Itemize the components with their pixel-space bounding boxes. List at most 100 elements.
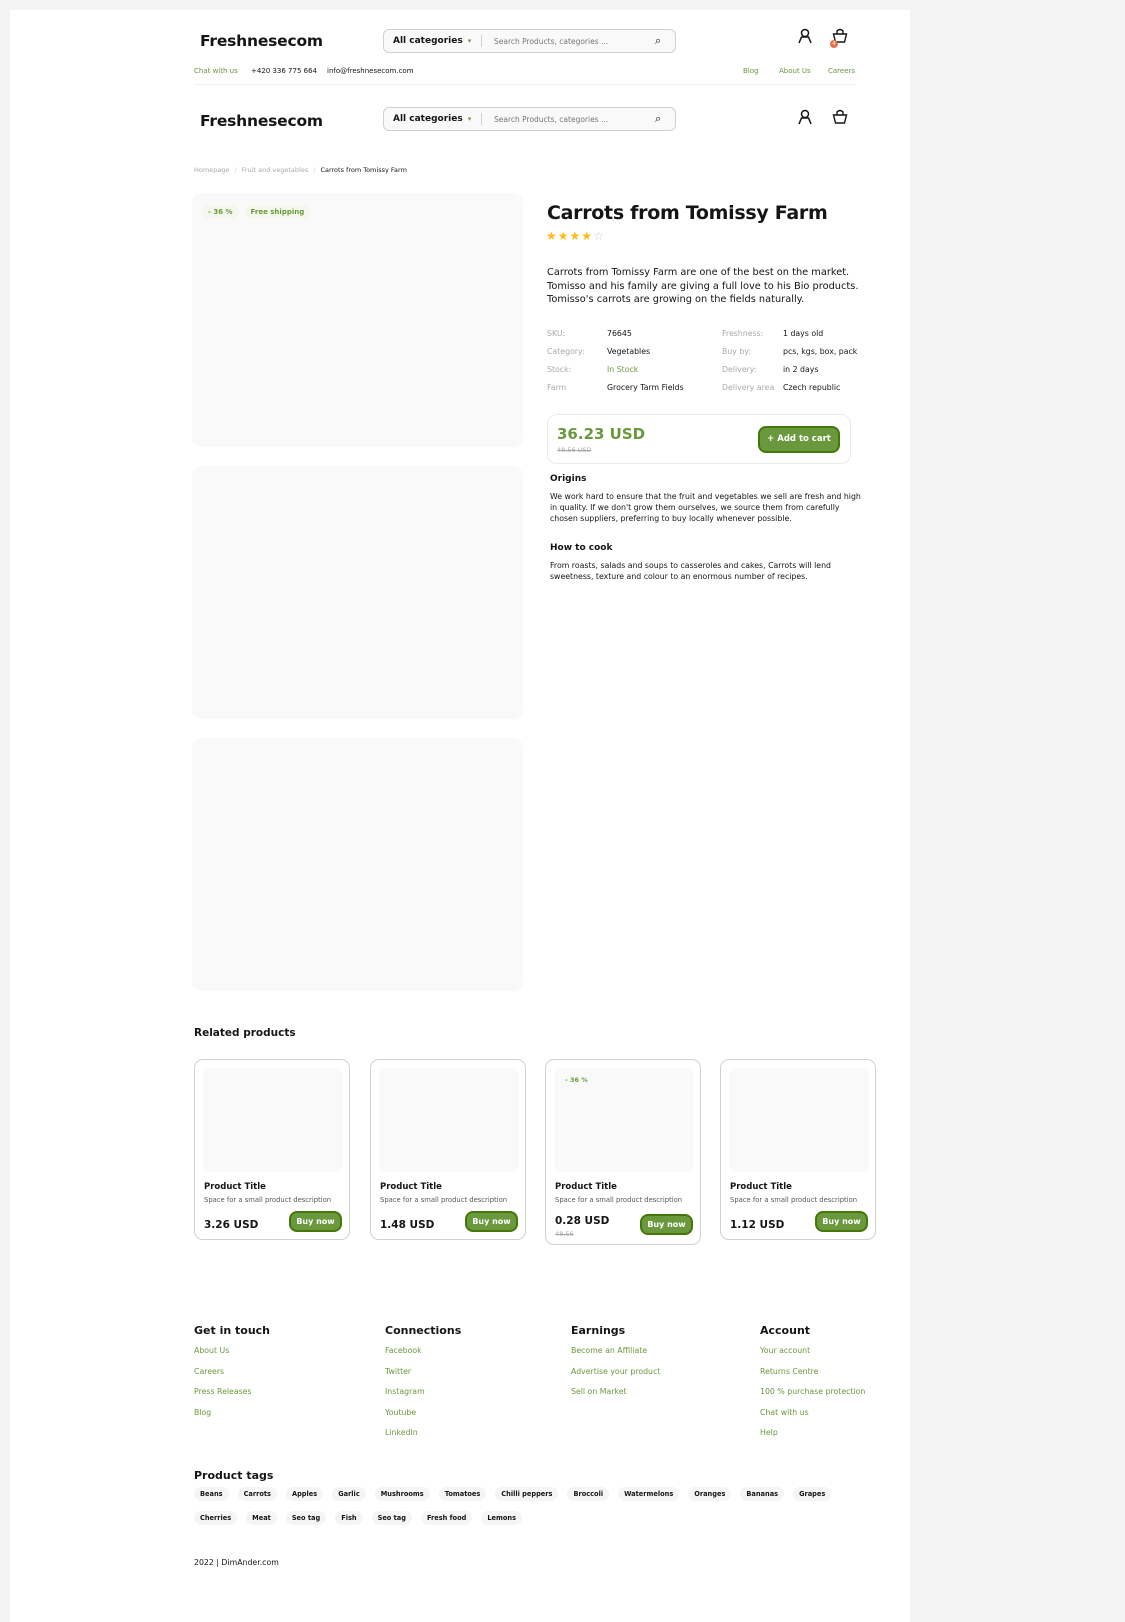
product-card-old-price: 48.56 [555,1230,574,1238]
product-image-3[interactable] [192,738,523,991]
phone-number[interactable]: +420 336 775 664 [251,67,317,75]
search-icon[interactable]: ⌕ [655,112,675,126]
product-card[interactable]: Product Title Space for a small product … [720,1059,876,1240]
chat-link[interactable]: Chat with us [194,67,238,75]
search-icon[interactable]: ⌕ [655,34,675,48]
origins-title: Origins [550,474,587,484]
product-tag[interactable]: Grapes [793,1487,832,1501]
star-icon: ★ [546,229,558,243]
product-tag[interactable]: Chilli peppers [495,1487,559,1501]
spec-label: Category: [547,347,585,356]
product-tag[interactable]: Watermelons [618,1487,680,1501]
product-tag[interactable]: Oranges [688,1487,732,1501]
buy-now-button[interactable]: Buy now [815,1211,868,1232]
breadcrumb-separator: / [234,166,237,174]
product-tag[interactable]: Broccoli [567,1487,610,1501]
product-card-image[interactable] [729,1068,869,1172]
nav-blog[interactable]: Blog [743,67,758,75]
product-card[interactable]: - 36 % Product Title Space for a small p… [545,1059,701,1245]
footer-link[interactable]: Sell on Market [571,1387,660,1408]
product-tag[interactable]: Fresh food [420,1511,473,1525]
product-card-image[interactable] [379,1068,519,1172]
buy-now-button[interactable]: Buy now [465,1211,518,1232]
footer-link[interactable]: Returns Centre [760,1367,865,1388]
star-icon: ★ [557,229,570,243]
category-dropdown[interactable]: All categories ▾ [384,114,481,124]
footer-link[interactable]: Twitter [385,1367,461,1388]
search-bar: All categories ▾ ⌕ [383,107,676,131]
footer-link[interactable]: Youtube [385,1408,461,1429]
footer-link[interactable]: Chat with us [760,1408,865,1429]
product-card-title[interactable]: Product Title [555,1182,617,1192]
product-tag[interactable]: Meat [246,1511,277,1525]
product-tag[interactable]: Fish [335,1511,363,1525]
product-card-title[interactable]: Product Title [380,1182,442,1192]
breadcrumb-home[interactable]: Homepage [194,166,229,174]
logo[interactable]: Freshnesecom [200,112,323,130]
footer-link[interactable]: LinkedIn [385,1428,461,1449]
user-icon[interactable] [798,28,812,48]
product-tag[interactable]: Tomatoes [438,1487,487,1501]
footer-link[interactable]: Instagram [385,1387,461,1408]
footer-link[interactable]: Help [760,1428,865,1449]
breadcrumb-separator: / [313,166,316,174]
category-dropdown[interactable]: All categories ▾ [384,36,481,46]
footer-link[interactable]: Become an Affiliate [571,1346,660,1367]
footer-column-title: Earnings [571,1324,626,1337]
product-tag[interactable]: Seo tag [285,1511,327,1525]
page: Freshnesecom All categories ▾ ⌕ 4 Chat w… [10,10,910,1622]
footer-link[interactable]: Careers [194,1367,270,1388]
product-tag[interactable]: Bananas [740,1487,785,1501]
breadcrumb-category[interactable]: Fruit and vegetables [242,166,309,174]
product-tag[interactable]: Seo tag [371,1511,412,1525]
footer-link[interactable]: About Us [194,1346,270,1367]
product-image-2[interactable] [192,466,523,719]
product-title: Carrots from Tomissy Farm [547,202,828,224]
footer-link[interactable]: 100 % purchase protection [760,1387,865,1408]
cart-icon[interactable] [832,109,848,129]
breadcrumb: Homepage / Fruit and vegetables / Carrot… [194,166,407,174]
footer-column-earnings: Earnings Become an Affiliate Advertise y… [571,1324,660,1408]
buy-now-button[interactable]: Buy now [289,1211,342,1232]
copyright: 2022 | DimAnder.com [194,1558,279,1567]
chevron-down-icon: ▾ [467,37,472,45]
product-tag[interactable]: Mushrooms [374,1487,430,1501]
footer-link[interactable]: Blog [194,1408,270,1429]
email-address[interactable]: info@freshnesecom.com [327,67,414,75]
product-tag[interactable]: Carrots [237,1487,277,1501]
product-card-price: 0.28 USD [555,1215,610,1227]
product-image-1[interactable] [192,193,523,447]
nav-about-us[interactable]: About Us [779,67,811,75]
search-input[interactable] [482,114,655,124]
product-tag[interactable]: Garlic [332,1487,366,1501]
search-input[interactable] [482,36,655,46]
stock-status: In Stock [607,365,639,374]
footer-link[interactable]: Your account [760,1346,865,1367]
footer-link[interactable]: Advertise your product [571,1367,660,1388]
how-to-cook-text: From roasts, salads and soups to cassero… [550,561,831,581]
related-products-title: Related products [194,1027,296,1039]
product-tags-row-2: Cherries Meat Seo tag Fish Seo tag Fresh… [194,1511,523,1525]
product-card[interactable]: Product Title Space for a small product … [194,1059,350,1240]
category-label: All categories [393,114,463,124]
product-tag[interactable]: Lemons [481,1511,523,1525]
footer-link[interactable]: Facebook [385,1346,461,1367]
product-tag[interactable]: Apples [285,1487,324,1501]
product-description: Carrots from Tomissy Farm are one of the… [547,267,859,305]
footer-column-title: Connections [385,1324,462,1337]
logo[interactable]: Freshnesecom [200,32,323,50]
product-card-title[interactable]: Product Title [730,1182,792,1192]
user-icon[interactable] [798,109,812,129]
product-tag[interactable]: Cherries [194,1511,238,1525]
product-card-image[interactable] [203,1068,343,1172]
buy-now-button[interactable]: Buy now [640,1214,693,1235]
product-tag[interactable]: Beans [194,1487,229,1501]
add-to-cart-button[interactable]: + Add to cart [758,426,840,453]
discount-badge: - 36 % [202,205,239,219]
plus-icon: + [767,434,775,444]
product-card-title[interactable]: Product Title [204,1182,266,1192]
footer-link[interactable]: Press Releases [194,1387,270,1408]
nav-careers[interactable]: Careers [828,67,855,75]
spec-label: SKU: [547,329,566,338]
product-card[interactable]: Product Title Space for a small product … [370,1059,526,1240]
